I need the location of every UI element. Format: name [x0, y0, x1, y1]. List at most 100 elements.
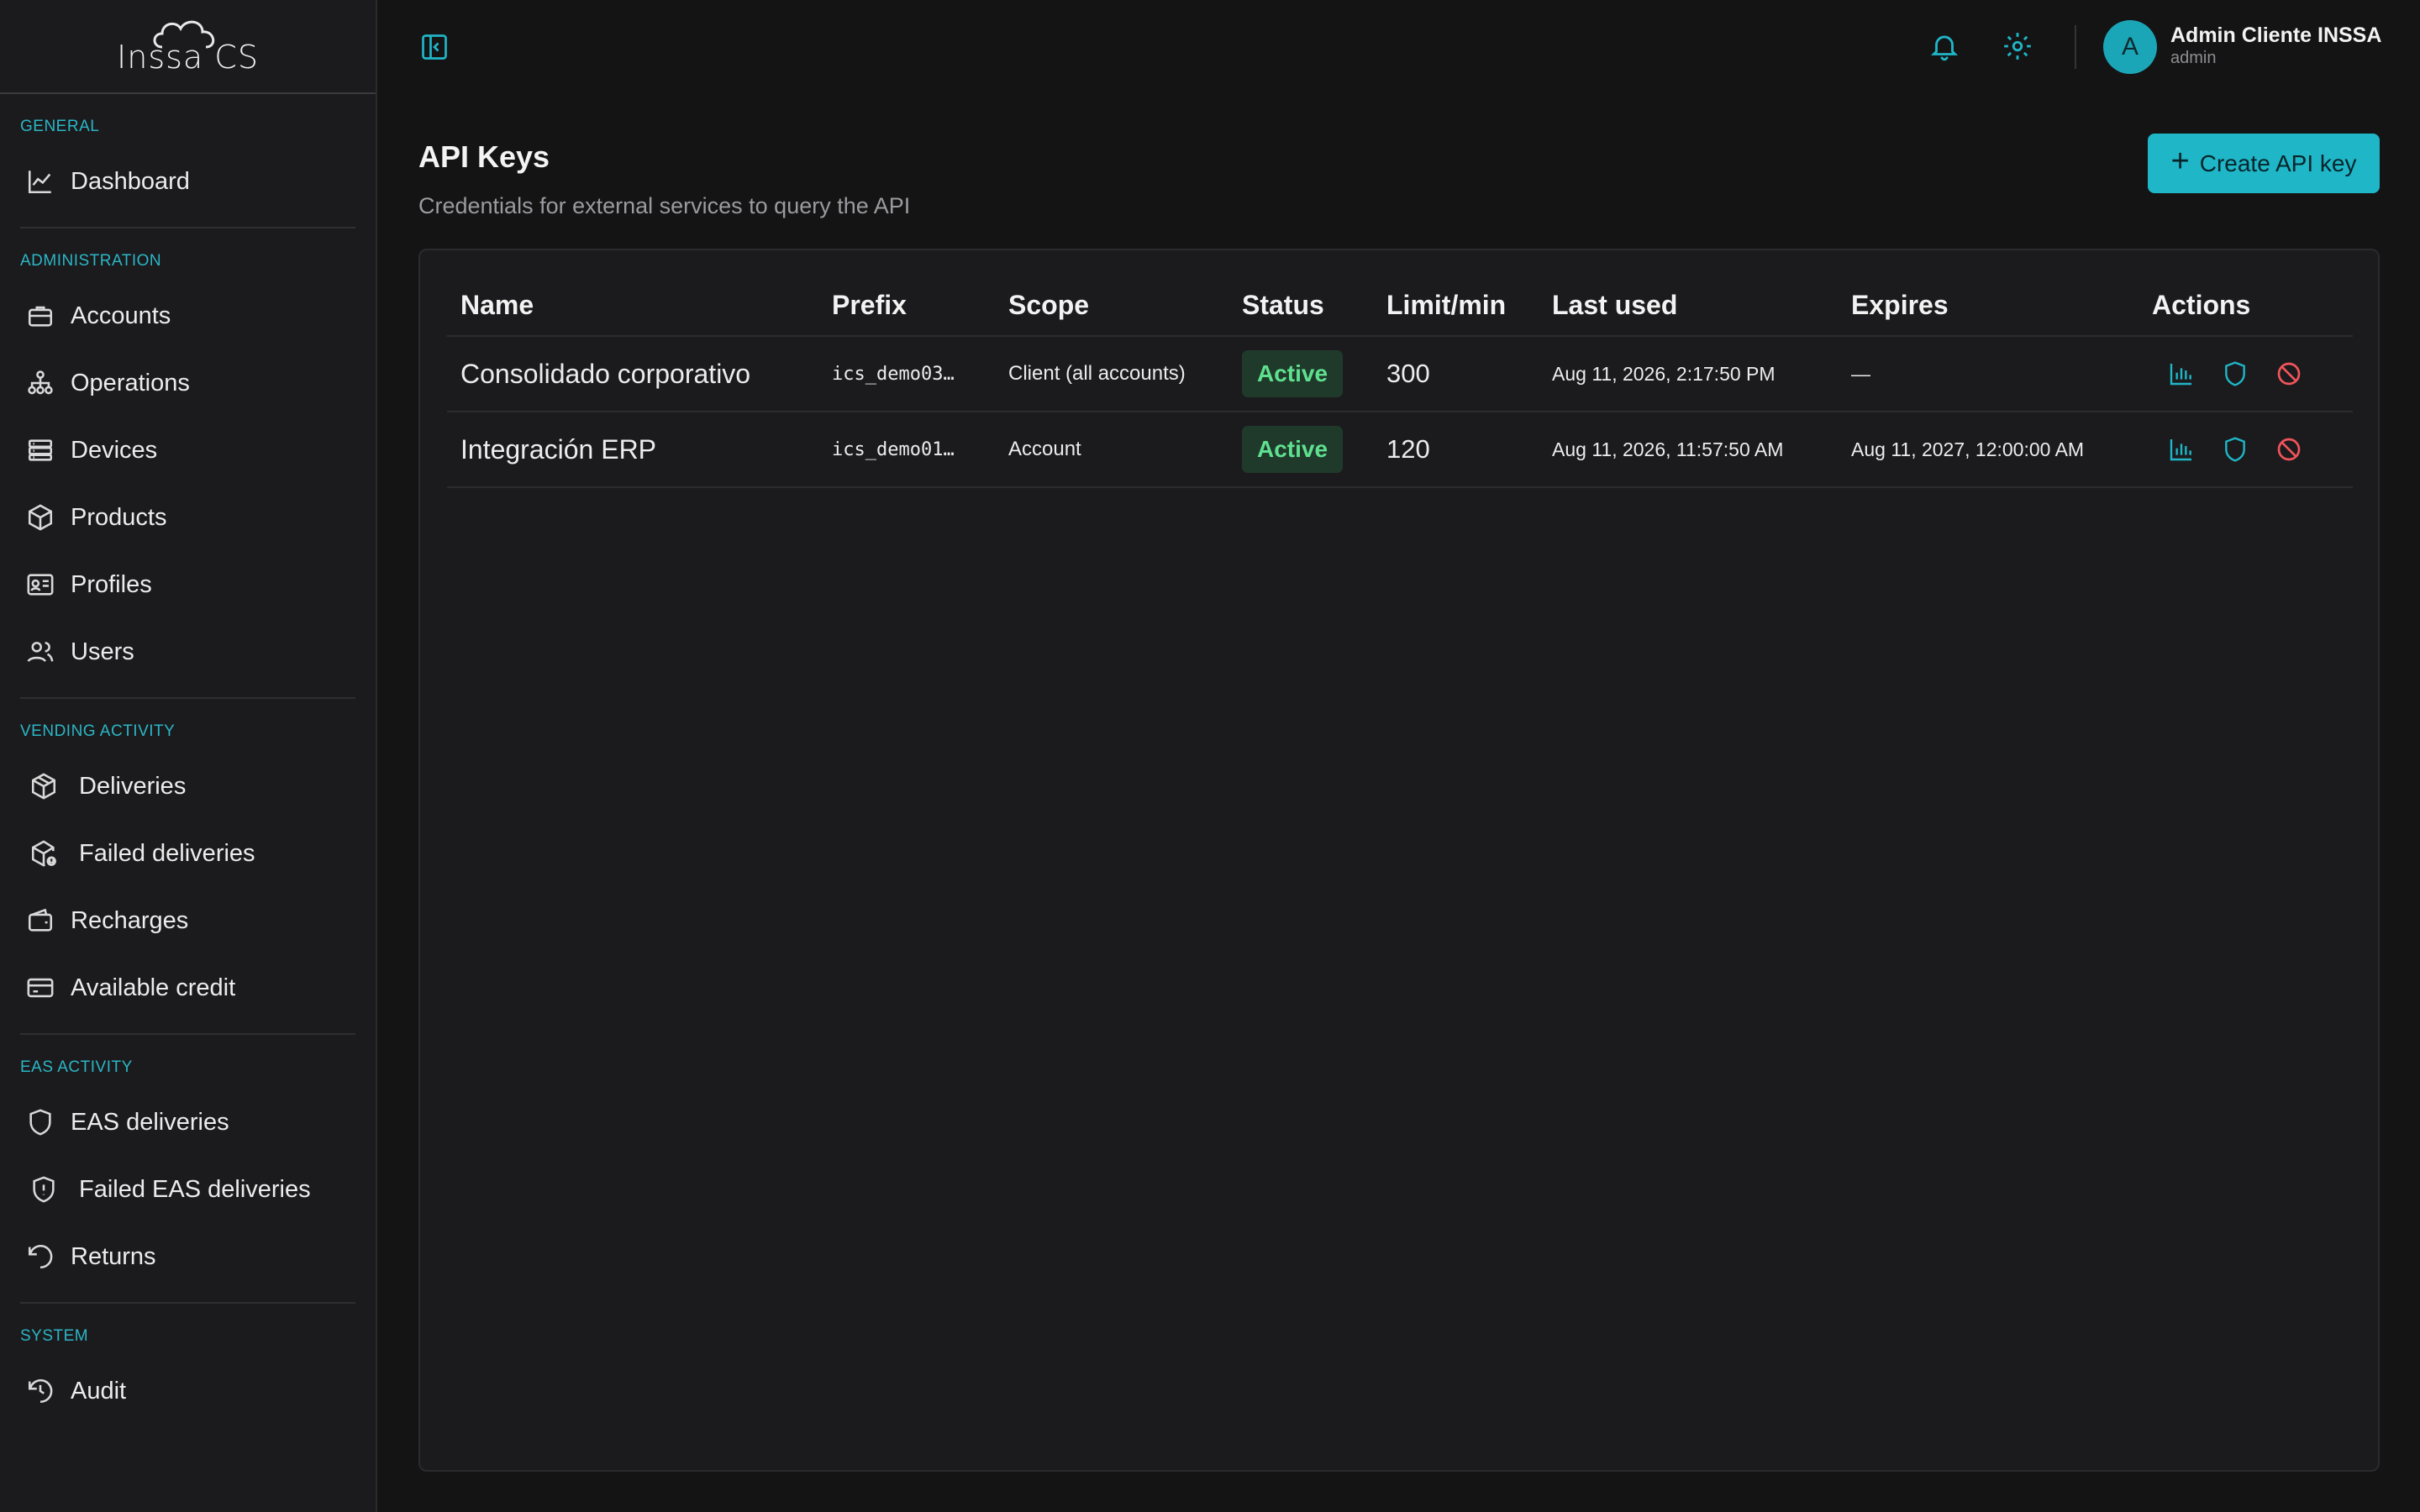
section-title-system: SYSTEM	[20, 1327, 89, 1345]
cell-last-used: Aug 11, 2026, 2:17:50 PM	[1539, 336, 1838, 412]
permissions-shield-icon[interactable]	[2221, 360, 2249, 388]
create-api-key-button[interactable]: + Create API key	[2148, 134, 2380, 193]
usage-chart-icon[interactable]	[2167, 435, 2196, 464]
sidebar-item-label: Recharges	[71, 906, 189, 934]
id-card-icon	[25, 570, 55, 600]
divider	[20, 697, 355, 699]
divider	[20, 1302, 355, 1304]
user-name[interactable]: Admin Cliente INSSA	[2170, 24, 2381, 48]
sidebar-item-label: Failed EAS deliveries	[79, 1175, 311, 1203]
column-header-name: Name	[447, 276, 818, 337]
column-header-status: Status	[1228, 276, 1373, 337]
top-bar: A Admin Cliente INSSA admin	[377, 0, 2420, 94]
cell-scope: Account	[995, 412, 1228, 488]
section-title-eas-activity: EAS ACTIVITY	[20, 1058, 133, 1076]
sidebar-item-eas-deliveries[interactable]: EAS deliveries	[20, 1089, 355, 1156]
sidebar-item-label: Products	[71, 503, 167, 531]
shield-icon	[25, 1107, 55, 1137]
server-icon	[25, 435, 55, 465]
sidebar-item-users[interactable]: Users	[20, 618, 355, 685]
sidebar-item-failed-eas-deliveries[interactable]: Failed EAS deliveries	[20, 1156, 355, 1223]
section-title-administration: ADMINISTRATION	[20, 252, 162, 270]
table-header-row: Name Prefix Scope Status Limit/min Last …	[447, 276, 2353, 337]
revoke-ban-icon[interactable]	[2275, 360, 2303, 388]
status-badge: Active	[1242, 350, 1344, 397]
package-alert-icon	[29, 838, 59, 869]
sidebar-item-label: Deliveries	[79, 772, 187, 800]
sidebar-item-profiles[interactable]: Profiles	[20, 551, 355, 618]
sidebar-item-label: EAS deliveries	[71, 1108, 229, 1136]
sidebar-item-failed-deliveries[interactable]: Failed deliveries	[20, 820, 355, 887]
bell-icon[interactable]	[1928, 30, 1960, 66]
cell-expires: Aug 11, 2027, 12:00:00 AM	[1838, 412, 2139, 488]
usage-chart-icon[interactable]	[2167, 360, 2196, 388]
cell-status: Active	[1228, 336, 1373, 412]
cell-limit: 120	[1373, 412, 1539, 488]
user-role: admin	[2170, 49, 2217, 67]
sidebar-item-available-credit[interactable]: Available credit	[20, 954, 355, 1021]
column-header-scope: Scope	[995, 276, 1228, 337]
sidebar-item-audit[interactable]: Audit	[20, 1357, 355, 1425]
column-header-expires: Expires	[1838, 276, 2139, 337]
sidebar-item-products[interactable]: Products	[20, 484, 355, 551]
column-header-limit: Limit/min	[1373, 276, 1539, 337]
briefcase-icon	[25, 301, 55, 331]
sidebar-item-operations[interactable]: Operations	[20, 349, 355, 417]
sidebar-item-label: Failed deliveries	[79, 839, 255, 867]
chart-line-icon	[25, 166, 55, 197]
sidebar-item-label: Audit	[71, 1377, 127, 1404]
api-keys-table: Name Prefix Scope Status Limit/min Last …	[447, 276, 2353, 488]
page-subtitle: Credentials for external services to que…	[418, 193, 911, 218]
cell-expires: —	[1838, 336, 2139, 412]
sidebar-item-deliveries[interactable]: Deliveries	[20, 753, 355, 820]
sidebar-item-label: Profiles	[71, 570, 152, 598]
status-badge: Active	[1242, 426, 1344, 473]
app-logo[interactable]: Inssa CS	[0, 0, 376, 94]
divider	[2075, 25, 2076, 69]
history-icon	[25, 1376, 55, 1406]
users-icon	[25, 637, 55, 667]
cell-name: Integración ERP	[447, 412, 818, 488]
api-keys-panel: Name Prefix Scope Status Limit/min Last …	[418, 249, 2380, 1472]
box-icon	[25, 502, 55, 533]
divider	[20, 227, 355, 228]
sidebar-item-recharges[interactable]: Recharges	[20, 887, 355, 954]
package-icon	[29, 771, 59, 801]
avatar[interactable]: A	[2103, 20, 2157, 74]
column-header-last-used: Last used	[1539, 276, 1838, 337]
section-title-vending-activity: VENDING ACTIVITY	[20, 722, 176, 740]
sidebar-item-label: Returns	[71, 1242, 156, 1270]
sidebar-item-devices[interactable]: Devices	[20, 417, 355, 484]
divider	[20, 1033, 355, 1035]
credit-card-icon	[25, 973, 55, 1003]
sidebar-item-accounts[interactable]: Accounts	[20, 282, 355, 349]
rotate-ccw-icon	[25, 1242, 55, 1272]
sidebar-item-label: Operations	[71, 369, 190, 396]
sidebar-toggle-icon[interactable]	[419, 32, 450, 62]
cell-actions	[2139, 336, 2353, 412]
create-button-label: Create API key	[2199, 150, 2357, 176]
cell-last-used: Aug 11, 2026, 11:57:50 AM	[1539, 412, 1838, 488]
cell-actions	[2139, 412, 2353, 488]
sidebar-item-label: Accounts	[71, 302, 171, 329]
section-title-general: GENERAL	[20, 118, 100, 135]
sidebar-item-label: Available credit	[71, 974, 236, 1001]
cell-prefix: ics_demo03…	[818, 336, 995, 412]
page-title: API Keys	[418, 139, 550, 174]
sidebar-item-dashboard[interactable]: Dashboard	[20, 148, 355, 215]
revoke-ban-icon[interactable]	[2275, 435, 2303, 464]
hierarchy-icon	[25, 368, 55, 398]
sidebar-item-label: Devices	[71, 436, 158, 464]
plus-icon: +	[2170, 144, 2190, 179]
table-row[interactable]: Consolidado corporativo ics_demo03… Clie…	[447, 336, 2353, 412]
permissions-shield-icon[interactable]	[2221, 435, 2249, 464]
sidebar: Inssa CS GENERAL Dashboard ADMINISTRATIO…	[0, 0, 377, 1512]
wallet-icon	[25, 906, 55, 936]
column-header-prefix: Prefix	[818, 276, 995, 337]
cell-limit: 300	[1373, 336, 1539, 412]
table-row[interactable]: Integración ERP ics_demo01… Account Acti…	[447, 412, 2353, 488]
cell-status: Active	[1228, 412, 1373, 488]
cell-prefix: ics_demo01…	[818, 412, 995, 488]
gear-icon[interactable]	[2002, 30, 2033, 66]
sidebar-item-returns[interactable]: Returns	[20, 1223, 355, 1290]
